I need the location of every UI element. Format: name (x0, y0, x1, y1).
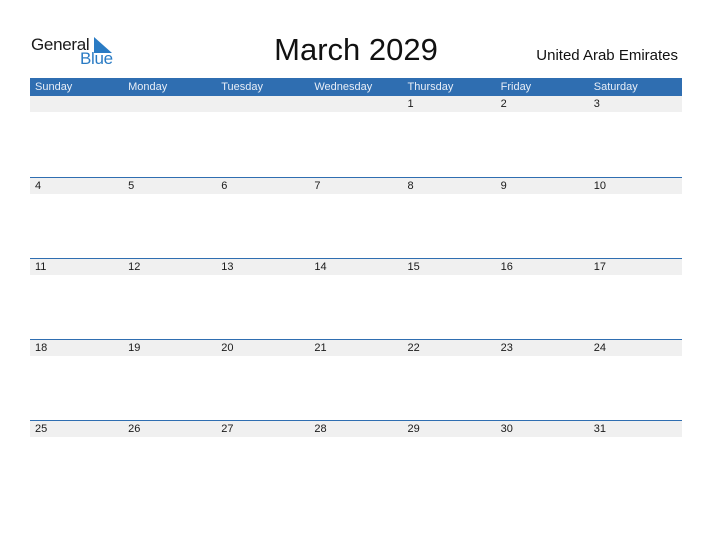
weekday-saturday: Saturday (593, 81, 638, 93)
day-cell: 28 (314, 423, 327, 435)
day-cell: 19 (128, 342, 141, 354)
date-strip: 1 2 3 (30, 96, 682, 112)
day-cell: 8 (407, 180, 414, 192)
day-cell: 17 (593, 261, 606, 273)
day-cell: 6 (221, 180, 228, 192)
weekday-sunday: Sunday (35, 81, 73, 93)
day-cell: 15 (407, 261, 420, 273)
weekday-header: Sunday Monday Tuesday Wednesday Thursday… (30, 78, 682, 96)
week-row-1: 1 2 3 (30, 96, 682, 177)
day-cell: 14 (314, 261, 327, 273)
day-cell: 16 (500, 261, 513, 273)
day-cell: 9 (500, 180, 507, 192)
weekday-thursday: Thursday (407, 81, 454, 93)
day-cell: 20 (221, 342, 234, 354)
day-cell: 24 (593, 342, 606, 354)
day-cell: 12 (128, 261, 141, 273)
day-cell: 11 (35, 261, 47, 273)
week-row-5: 25 26 27 28 29 30 31 (30, 420, 682, 501)
day-cell: 23 (500, 342, 513, 354)
day-cell: 1 (407, 98, 414, 110)
weekday-monday: Monday (128, 81, 168, 93)
weekday-wednesday: Wednesday (314, 81, 373, 93)
day-cell: 30 (500, 423, 513, 435)
day-cell (30, 96, 123, 112)
day-cell: 21 (314, 342, 327, 354)
date-strip: 25 26 27 28 29 30 31 (30, 421, 682, 437)
weekday-tuesday: Tuesday (221, 81, 264, 93)
week-row-2: 4 5 6 7 8 9 10 (30, 177, 682, 258)
week-row-3: 11 12 13 14 15 16 17 (30, 258, 682, 339)
day-cell: 25 (35, 423, 48, 435)
day-cell: 4 (35, 180, 42, 192)
day-cell: 5 (128, 180, 135, 192)
day-cell: 13 (221, 261, 234, 273)
day-cell: 31 (593, 423, 606, 435)
date-strip: 18 19 20 21 22 23 24 (30, 340, 682, 356)
day-cell: 29 (407, 423, 420, 435)
weekday-friday: Friday (500, 81, 532, 93)
day-cell: 10 (593, 180, 606, 192)
day-cell: 26 (128, 423, 141, 435)
day-cell (309, 96, 402, 112)
week-row-4: 18 19 20 21 22 23 24 (30, 339, 682, 420)
day-cell: 22 (407, 342, 420, 354)
date-strip: 4 5 6 7 8 9 10 (30, 178, 682, 194)
calendar-grid: Sunday Monday Tuesday Wednesday Thursday… (30, 78, 682, 501)
day-cell: 18 (35, 342, 48, 354)
day-cell: 27 (221, 423, 234, 435)
country-label: United Arab Emirates (536, 47, 678, 64)
day-cell (123, 96, 216, 112)
day-cell: 7 (314, 180, 321, 192)
day-cell: 2 (500, 98, 507, 110)
date-strip: 11 12 13 14 15 16 17 (30, 259, 682, 275)
day-cell: 3 (593, 98, 600, 110)
day-cell (216, 96, 309, 112)
